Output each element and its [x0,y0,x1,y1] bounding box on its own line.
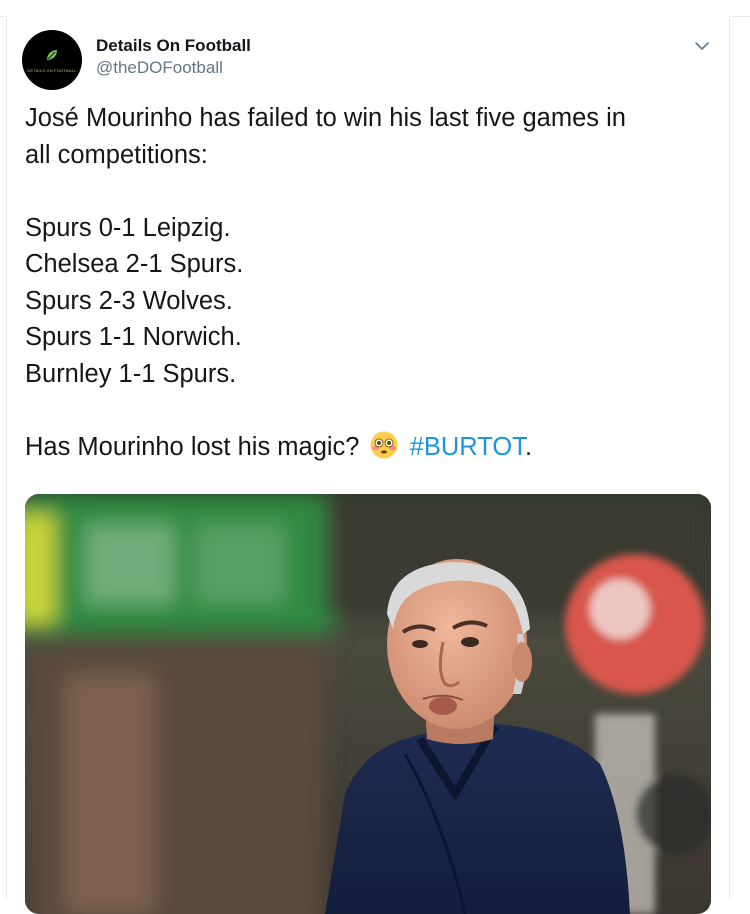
hashtag-link[interactable]: #BURTOT [410,433,525,461]
chevron-down-icon[interactable] [692,36,712,56]
tweet-text: José Mourinho has failed to win his last… [25,100,705,465]
result-line: Spurs 0-1 Leipzig. [25,213,231,242]
trailing-punctuation: . [524,432,533,461]
tweet-line: all competitions: [25,140,208,169]
previous-item-edge [0,0,750,17]
result-line: Spurs 1-1 Norwich. [25,323,242,351]
question-text: Has Mourinho lost his magic? [25,432,360,461]
tweet-photo[interactable] [25,494,711,914]
author-handle[interactable]: @theDOFootball [96,58,223,78]
flushed-face-emoji-icon [370,431,398,458]
result-line: Burnley 1-1 Spurs. [25,359,237,388]
avatar[interactable]: DETAILS ON FOOTBALL [22,30,82,90]
result-line: Spurs 2-3 Wolves. [25,286,233,315]
avatar-logo-text: DETAILS ON FOOTBALL [27,67,77,73]
author-name[interactable]: Details On Football [96,36,251,56]
result-line: Chelsea 2-1 Spurs. [25,250,244,278]
leaf-logo-icon [47,49,57,60]
photo-image [25,494,711,914]
tweet-line: José Mourinho has failed to win his last… [25,104,626,132]
tweet-question-line: Has Mourinho lost his magic? #BURTOT. [25,429,705,466]
